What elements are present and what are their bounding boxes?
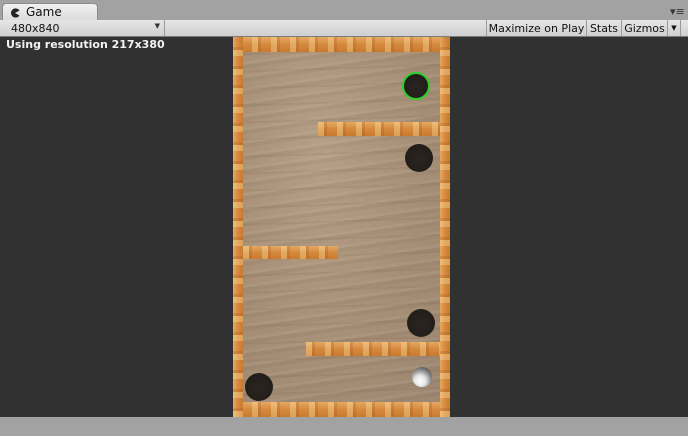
wall-bottom (233, 402, 450, 417)
wall-inner-1 (318, 122, 440, 136)
gizmos-dropdown-button[interactable]: ▼ (667, 20, 681, 36)
resolution-label: Using resolution 217x380 (6, 38, 165, 51)
player-ball (412, 367, 432, 387)
pacman-icon (10, 7, 20, 18)
panel-menu-icon[interactable]: ▾≡ (670, 6, 685, 19)
goal-hole (402, 72, 430, 100)
tab-title: Game (26, 5, 62, 19)
wall-inner-2 (243, 246, 338, 259)
wall-top (233, 37, 450, 52)
resolution-value: 480x840 (11, 21, 60, 35)
game-toolbar: 480x840 ▼ Maximize on Play Stats Gizmos … (0, 20, 688, 37)
hole (245, 373, 273, 401)
maximize-on-play-label: Maximize on Play (488, 21, 585, 35)
maximize-on-play-button[interactable]: Maximize on Play (486, 20, 586, 36)
tab-strip: Game ▾≡ (0, 0, 688, 20)
chevron-down-icon: ▼ (671, 24, 677, 32)
wall-right (440, 37, 450, 417)
tab-game[interactable]: Game (2, 3, 98, 20)
unity-editor-window: Game ▾≡ 480x840 ▼ Maximize on Play Stats… (0, 0, 688, 436)
hole (405, 144, 433, 172)
maze-board[interactable] (233, 37, 450, 417)
chevron-down-icon: ▼ (154, 22, 160, 30)
wall-inner-3 (306, 342, 440, 356)
stats-label: Stats (589, 21, 619, 35)
gizmos-label: Gizmos (624, 21, 665, 35)
gizmos-button[interactable]: Gizmos (621, 20, 667, 36)
wall-left (233, 37, 243, 417)
game-viewport[interactable]: Using resolution 217x380 (0, 37, 688, 417)
bottom-bar (0, 417, 688, 436)
resolution-dropdown[interactable]: 480x840 ▼ (5, 20, 165, 36)
hole (407, 309, 435, 337)
stats-button[interactable]: Stats (586, 20, 621, 36)
